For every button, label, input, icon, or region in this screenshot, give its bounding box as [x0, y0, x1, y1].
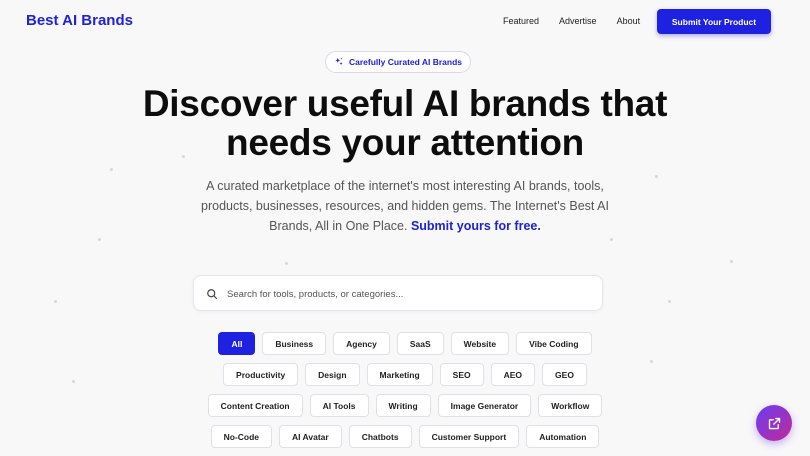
curated-badge: Carefully Curated AI Brands	[325, 51, 471, 73]
category-image-generator[interactable]: Image Generator	[437, 394, 532, 417]
category-vibe-coding[interactable]: Vibe Coding	[516, 332, 592, 355]
main-nav: Featured Advertise About	[503, 16, 640, 26]
category-row-1: All Business Agency SaaS Website Vibe Co…	[0, 332, 810, 355]
brand-logo[interactable]: Best AI Brands	[26, 12, 133, 29]
category-ai-avatar[interactable]: AI Avatar	[279, 425, 342, 448]
title-line-1: Discover useful AI brands that	[142, 83, 668, 124]
category-chatbots[interactable]: Chatbots	[348, 425, 412, 448]
category-agency[interactable]: Agency	[333, 332, 390, 355]
hero-subtitle: A curated marketplace of the internet's …	[195, 176, 615, 236]
nav-advertise[interactable]: Advertise	[559, 16, 597, 26]
page-title: Discover useful AI brands that needs you…	[0, 84, 810, 162]
badge-label: Carefully Curated AI Brands	[348, 57, 463, 67]
search-input[interactable]	[227, 285, 587, 303]
category-customer-support[interactable]: Customer Support	[418, 425, 520, 448]
sparkle-icon	[335, 57, 343, 66]
category-workflow[interactable]: Workflow	[538, 394, 603, 417]
search-box[interactable]	[193, 275, 603, 311]
category-design[interactable]: Design	[305, 363, 360, 386]
category-row-4: No-Code AI Avatar Chatbots Customer Supp…	[0, 425, 810, 448]
category-all[interactable]: All	[218, 332, 256, 355]
category-business[interactable]: Business	[262, 332, 327, 355]
category-website[interactable]: Website	[450, 332, 510, 355]
category-productivity[interactable]: Productivity	[223, 363, 299, 386]
title-line-2: needs your attention	[226, 122, 584, 163]
category-automation[interactable]: Automation	[526, 425, 600, 448]
external-link-icon	[768, 417, 780, 429]
category-seo[interactable]: SEO	[439, 363, 484, 386]
category-row-3: Content Creation AI Tools Writing Image …	[0, 394, 810, 417]
floating-action-button[interactable]	[756, 405, 792, 441]
category-content-creation[interactable]: Content Creation	[207, 394, 303, 417]
subtitle-text: A curated marketplace of the internet's …	[201, 179, 609, 233]
nav-featured[interactable]: Featured	[503, 16, 539, 26]
search-icon	[207, 289, 218, 300]
category-no-code[interactable]: No-Code	[210, 425, 273, 448]
category-ai-tools[interactable]: AI Tools	[309, 394, 369, 417]
top-header: Best AI Brands Featured Advertise About …	[0, 0, 810, 42]
submit-product-button[interactable]: Submit Your Product	[657, 9, 771, 34]
category-writing[interactable]: Writing	[375, 394, 431, 417]
nav-about[interactable]: About	[617, 16, 641, 26]
category-filters: All Business Agency SaaS Website Vibe Co…	[0, 332, 810, 456]
category-row-2: Productivity Design Marketing SEO AEO GE…	[0, 363, 810, 386]
submit-free-link[interactable]: Submit yours for free.	[411, 219, 541, 233]
category-saas[interactable]: SaaS	[396, 332, 444, 355]
category-geo[interactable]: GEO	[542, 363, 587, 386]
category-marketing[interactable]: Marketing	[366, 363, 433, 386]
category-aeo[interactable]: AEO	[490, 363, 536, 386]
